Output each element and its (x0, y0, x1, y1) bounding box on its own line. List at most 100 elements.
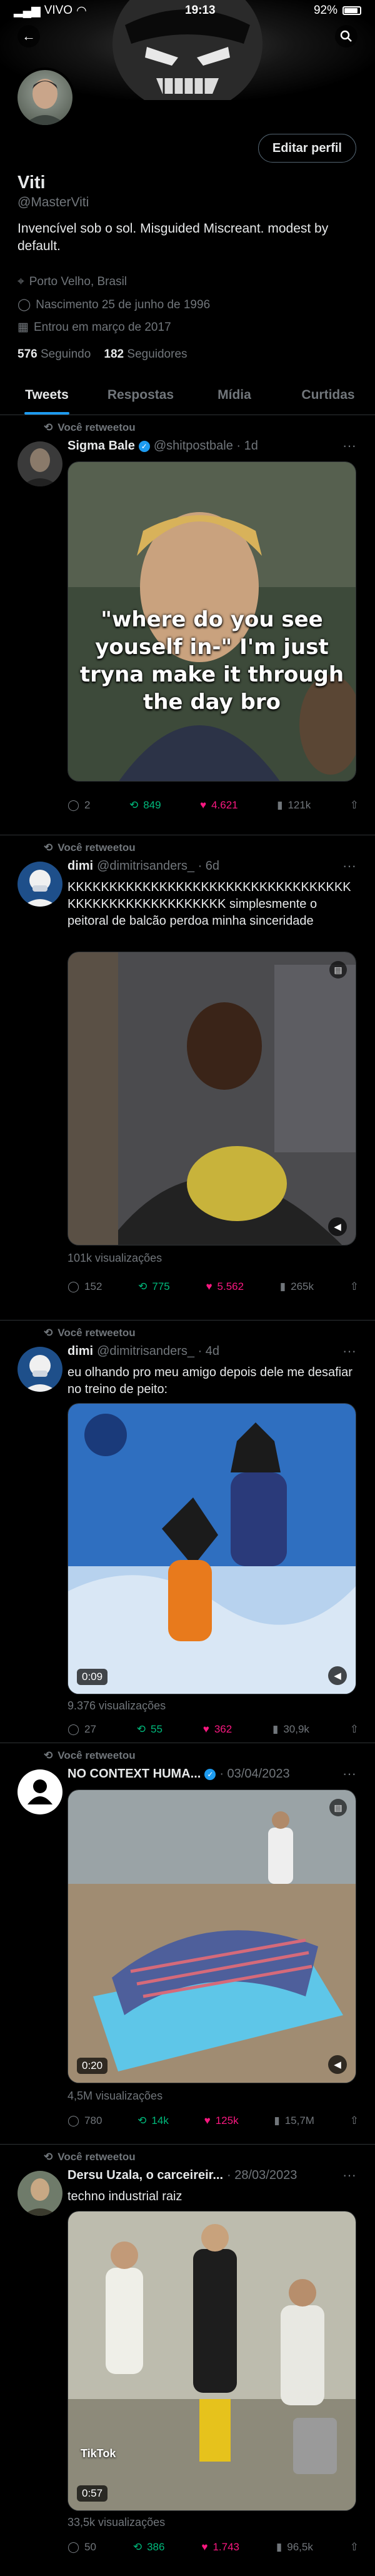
heart-icon: ♥ (206, 1280, 212, 1292)
location-text: Porto Velho, Brasil (29, 275, 128, 288)
share-icon: ⇧ (349, 799, 359, 811)
stats-button[interactable]: ▮ 15,7M (274, 2115, 314, 2127)
reply-button[interactable]: ◯ 50 (68, 2541, 96, 2553)
reply-button[interactable]: ◯ 27 (68, 1723, 96, 1736)
like-count: 362 (214, 1723, 232, 1735)
mute-toggle-icon[interactable]: ◀ (328, 2055, 347, 2074)
followers-link[interactable]: 182 Seguidores (104, 348, 187, 361)
like-button[interactable]: ♥ 4.621 (200, 799, 238, 812)
retweet-button[interactable]: ⟲ 55 (137, 1723, 162, 1736)
video-thumbnail (68, 952, 356, 1245)
following-link[interactable]: 576 Seguindo (18, 348, 91, 361)
mute-toggle-icon[interactable]: ◀ (328, 1666, 347, 1685)
share-button[interactable]: ⇧ (350, 1723, 359, 1736)
search-button[interactable] (335, 25, 358, 48)
profile-name: Viti (18, 173, 46, 193)
tweet[interactable]: ⟲ Você retweetou Dersu Uzala, o carceirei… (0, 2145, 375, 2576)
author-name[interactable]: Sigma Bale (68, 439, 135, 453)
like-count: 5.562 (217, 1280, 244, 1292)
retweet-count: 386 (147, 2541, 165, 2553)
birthday-text: Nascimento 25 de junho de 1996 (36, 298, 211, 311)
verified-badge-icon: ✓ (138, 440, 150, 452)
retweet-icon: ⟲ (44, 1749, 53, 1761)
tweet-image[interactable]: "where do you see youself in-" I'm just … (68, 461, 356, 782)
stats-button[interactable]: ▮ 265k (280, 1280, 314, 1293)
retweet-button[interactable]: ⟲ 775 (138, 1280, 170, 1293)
share-button[interactable]: ⇧ (350, 2541, 359, 2553)
reply-button[interactable]: ◯ 152 (68, 1280, 102, 1293)
more-options-icon[interactable]: ··· (342, 2167, 356, 2183)
share-button[interactable]: ⇧ (350, 1280, 359, 1293)
video-duration: 0:20 (77, 2058, 108, 2074)
retweet-count: 14k (151, 2115, 169, 2126)
retweet-label: Você retweetou (58, 2151, 136, 2163)
more-options-icon[interactable]: ··· (342, 1343, 356, 1359)
retweet-icon: ⟲ (44, 842, 53, 853)
reply-button[interactable]: ◯ 780 (68, 2115, 102, 2127)
like-button[interactable]: ♥ 362 (203, 1723, 232, 1736)
tweet-video[interactable]: 0:09 ◀ (68, 1403, 356, 1694)
video-thumbnail (68, 1790, 356, 2083)
like-count: 1.743 (212, 2541, 239, 2553)
arrow-left-icon: ← (22, 28, 36, 44)
tweet[interactable]: ⟲ Você retweetou dimi @dimitrisanders_ · … (0, 1321, 375, 1743)
stats-button[interactable]: ▮ 121k (277, 799, 311, 812)
tweet-actions: ◯ 2 ⟲ 849 ♥ 4.621 ▮ 121k ⇧ (68, 797, 359, 814)
stats-button[interactable]: ▮ 30,9k (272, 1723, 309, 1736)
tweet-header: Dersu Uzala, o carceireir... · 28/03/202… (68, 2168, 359, 2183)
share-button[interactable]: ⇧ (350, 2115, 359, 2127)
tab-likes[interactable]: Curtidas (281, 375, 375, 415)
retweet-button[interactable]: ⟲ 849 (129, 799, 161, 812)
edit-profile-button[interactable]: Editar perfil (258, 134, 356, 163)
heart-icon: ♥ (201, 2541, 208, 2553)
reply-icon: ◯ (68, 1723, 80, 1735)
tweet-video[interactable]: ▤ 0:20 ◀ (68, 1789, 356, 2083)
author-name[interactable]: dimi (68, 1344, 93, 1359)
like-button[interactable]: ♥ 1.743 (201, 2541, 239, 2553)
reply-button[interactable]: ◯ 2 (68, 799, 91, 812)
retweet-button[interactable]: ⟲ 14k (138, 2115, 169, 2127)
image-caption: "where do you see youself in-" I'm just … (79, 607, 344, 715)
author-name[interactable]: Dersu Uzala, o carceireir... (68, 2168, 223, 2183)
view-count: 265k (291, 1280, 314, 1292)
back-button[interactable]: ← (18, 25, 40, 48)
reply-icon: ◯ (68, 1280, 80, 1292)
author-name[interactable]: NO CONTEXT HUMA... (68, 1767, 201, 1781)
author-name[interactable]: dimi (68, 859, 93, 873)
stats-button[interactable]: ▮ 96,5k (276, 2541, 313, 2553)
profile-birthday: ◯ Nascimento 25 de junho de 1996 (18, 298, 210, 312)
tweet-actions: ◯ 780 ⟲ 14k ♥ 125k ▮ 15,7M ⇧ (68, 2112, 359, 2130)
more-options-icon[interactable]: ··· (342, 1766, 356, 1782)
avatar[interactable] (18, 1347, 62, 1392)
tweet-video[interactable]: TikTok 0:57 (68, 2211, 356, 2511)
profile-joined: ▦ Entrou em março de 2017 (18, 320, 171, 335)
avatar[interactable] (18, 862, 62, 907)
search-icon (340, 30, 352, 42)
tab-replies[interactable]: Respostas (94, 375, 188, 415)
tweet[interactable]: ⟲ Você retweetou Sigma Bale ✓ @shitpostba… (0, 415, 375, 835)
retweet-button[interactable]: ⟲ 386 (133, 2541, 165, 2553)
more-options-icon[interactable]: ··· (342, 858, 356, 874)
calendar-icon: ▦ (18, 321, 29, 334)
retweet-indicator: ⟲ Você retweetou (44, 421, 136, 434)
avatar[interactable] (18, 1769, 62, 1814)
share-button[interactable]: ⇧ (350, 799, 359, 812)
tweet[interactable]: ⟲ Você retweetou NO CONTEXT HUMA... ✓ · 0… (0, 1743, 375, 2145)
like-button[interactable]: ♥ 5.562 (206, 1280, 244, 1293)
avatar[interactable] (18, 2171, 62, 2216)
tweet-header: NO CONTEXT HUMA... ✓ · 03/04/2023 (68, 1767, 359, 1781)
heart-icon: ♥ (204, 2115, 211, 2126)
reply-count: 27 (84, 1723, 96, 1735)
like-button[interactable]: ♥ 125k (204, 2115, 239, 2127)
tweet-video[interactable]: ▤ ◀ (68, 952, 356, 1245)
tweet[interactable]: ⟲ Você retweetou dimi @dimitrisanders_ · … (0, 835, 375, 1321)
avatar[interactable] (18, 441, 62, 486)
profile-avatar[interactable] (15, 68, 75, 128)
reply-count: 2 (84, 799, 91, 811)
tweet-text: techno industrial raiz (68, 2190, 182, 2203)
more-options-icon[interactable]: ··· (342, 438, 356, 454)
tab-media[interactable]: Mídia (188, 375, 281, 415)
retweet-label: Você retweetou (58, 1327, 136, 1339)
mute-toggle-icon[interactable]: ◀ (328, 1217, 347, 1236)
tab-tweets[interactable]: Tweets (0, 375, 94, 415)
